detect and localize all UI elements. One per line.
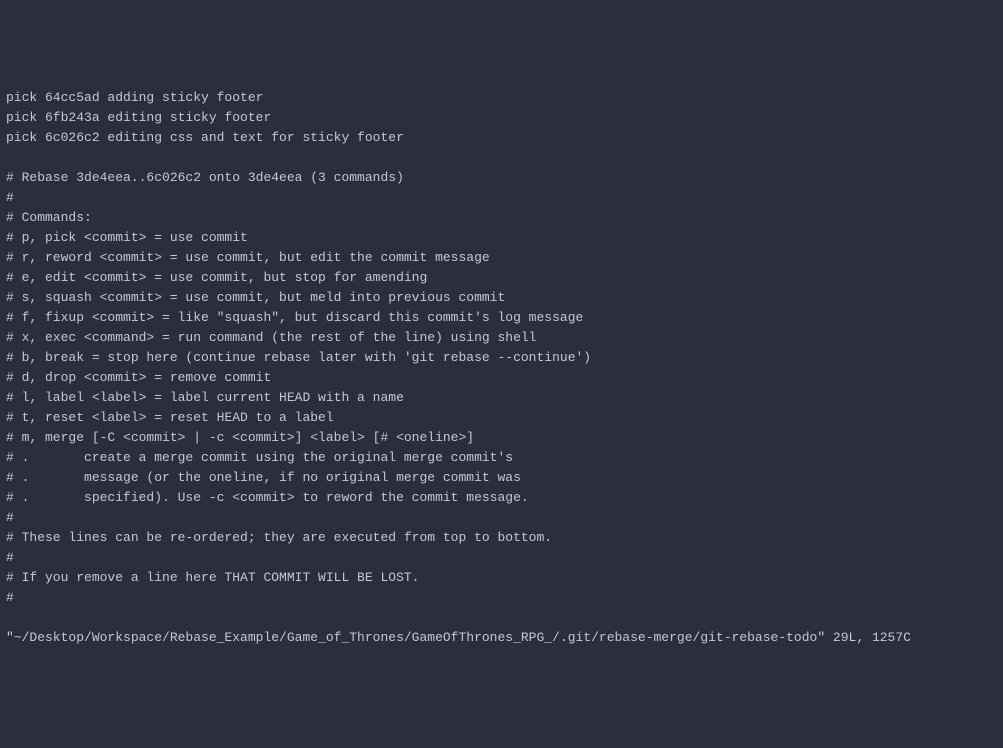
editor-line[interactable]: # These lines can be re-ordered; they ar… — [6, 528, 997, 548]
editor-line[interactable]: # p, pick <commit> = use commit — [6, 228, 997, 248]
editor-line[interactable]: # . message (or the oneline, if no origi… — [6, 468, 997, 488]
editor-line[interactable]: # — [6, 588, 997, 608]
editor-line[interactable] — [6, 148, 997, 168]
editor-line[interactable]: # If you remove a line here THAT COMMIT … — [6, 568, 997, 588]
editor-line[interactable]: # — [6, 548, 997, 568]
editor-line[interactable]: pick 64cc5ad adding sticky footer — [6, 88, 997, 108]
editor-line[interactable]: pick 6c026c2 editing css and text for st… — [6, 128, 997, 148]
editor-line[interactable]: # s, squash <commit> = use commit, but m… — [6, 288, 997, 308]
editor-line[interactable]: # f, fixup <commit> = like "squash", but… — [6, 308, 997, 328]
editor-line[interactable]: # e, edit <commit> = use commit, but sto… — [6, 268, 997, 288]
editor-line[interactable]: # . specified). Use -c <commit> to rewor… — [6, 488, 997, 508]
editor-line[interactable]: # m, merge [-C <commit> | -c <commit>] <… — [6, 428, 997, 448]
editor-line[interactable]: # b, break = stop here (continue rebase … — [6, 348, 997, 368]
editor-line[interactable]: # Rebase 3de4eea..6c026c2 onto 3de4eea (… — [6, 168, 997, 188]
editor-line[interactable]: # . create a merge commit using the orig… — [6, 448, 997, 468]
editor-buffer[interactable]: pick 64cc5ad adding sticky footerpick 6f… — [6, 88, 997, 608]
status-line: "~/Desktop/Workspace/Rebase_Example/Game… — [6, 628, 997, 648]
editor-line[interactable]: # x, exec <command> = run command (the r… — [6, 328, 997, 348]
editor-line[interactable]: pick 6fb243a editing sticky footer — [6, 108, 997, 128]
editor-line[interactable]: # — [6, 508, 997, 528]
editor-line[interactable]: # Commands: — [6, 208, 997, 228]
editor-line[interactable]: # d, drop <commit> = remove commit — [6, 368, 997, 388]
editor-line[interactable]: # — [6, 188, 997, 208]
editor-line[interactable]: # t, reset <label> = reset HEAD to a lab… — [6, 408, 997, 428]
editor-line[interactable]: # l, label <label> = label current HEAD … — [6, 388, 997, 408]
editor-line[interactable]: # r, reword <commit> = use commit, but e… — [6, 248, 997, 268]
